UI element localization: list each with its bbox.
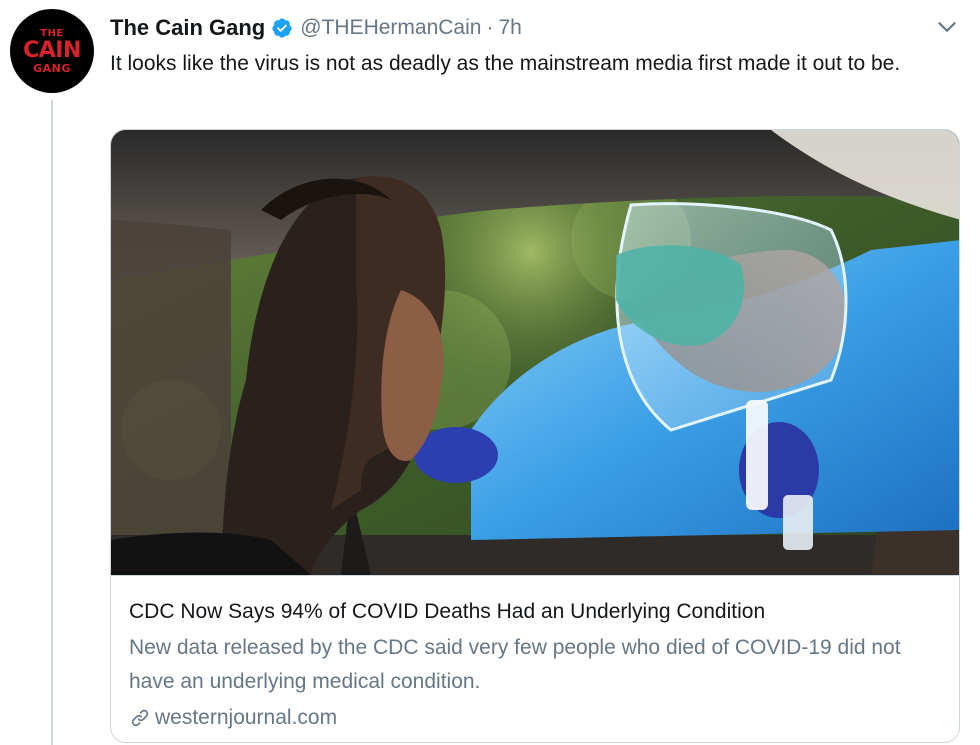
chevron-down-icon[interactable] [934,14,960,40]
card-description: New data released by the CDC said very f… [129,636,901,693]
tweet-header: The Cain Gang @THEHermanCain · 7h [110,13,522,43]
author-handle[interactable]: @THEHermanCain [300,16,481,40]
avatar-text-cain: CAIN [23,37,81,63]
avatar[interactable]: THE CAIN GANG [10,9,94,93]
header-separator: · [486,16,494,39]
thread-line [51,100,53,745]
author-name[interactable]: The Cain Gang [110,15,265,41]
link-card[interactable]: CDC Now Says 94% of COVID Deaths Had an … [110,129,960,743]
avatar-text-the: THE [40,27,64,39]
card-body[interactable]: CDC Now Says 94% of COVID Deaths Had an … [111,575,959,742]
tweet[interactable]: THE CAIN GANG The Cain Gang @THEHermanCa… [0,0,980,745]
verified-badge-icon [272,18,292,38]
card-domain-text: westernjournal.com [155,706,338,729]
card-image[interactable] [111,130,960,575]
card-domain[interactable]: westernjournal.com [129,703,943,733]
link-icon [131,709,149,727]
tweet-text: It looks like the virus is not as deadly… [110,52,901,75]
tweet-timestamp[interactable]: 7h [498,16,521,40]
card-title[interactable]: CDC Now Says 94% of COVID Deaths Had an … [129,598,943,626]
avatar-text-gang: GANG [33,61,71,75]
